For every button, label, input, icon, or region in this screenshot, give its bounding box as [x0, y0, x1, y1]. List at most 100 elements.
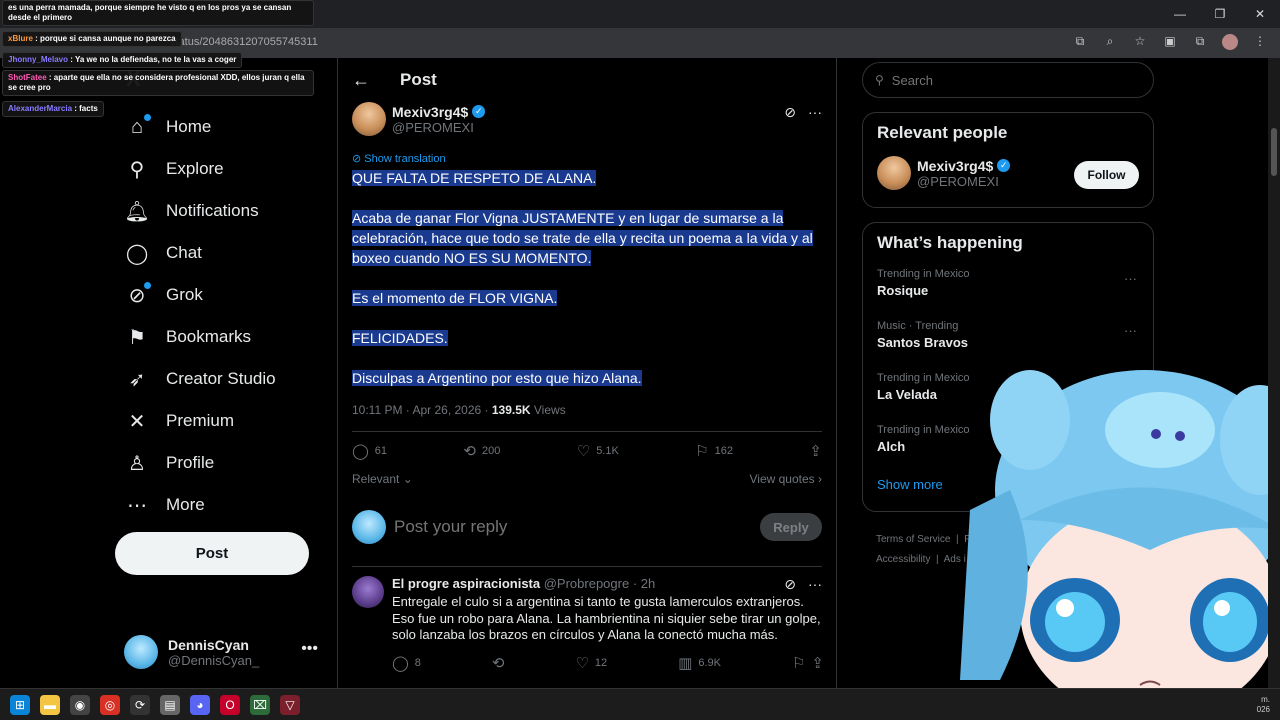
- app-icon[interactable]: ▤: [160, 694, 180, 715]
- page-scrollbar[interactable]: [1268, 58, 1280, 688]
- views-action[interactable]: ▥ 6.9K: [678, 654, 721, 672]
- share-icon[interactable]: ⇪: [811, 654, 824, 672]
- nav-item-chat[interactable]: ◯ Chat: [118, 232, 284, 274]
- relevant-people-card: Relevant people Mexiv3rg4$ ✓ @PEROMEXI F…: [862, 112, 1154, 208]
- relevant-person[interactable]: Mexiv3rg4$ ✓ @PEROMEXI Follow: [863, 153, 1153, 193]
- post-author[interactable]: Mexiv3rg4$ ✓ @PEROMEXI: [352, 102, 486, 136]
- compose-post-button[interactable]: Post: [115, 532, 309, 575]
- person-icon: ♙: [128, 452, 146, 475]
- app-icon[interactable]: ⌧: [250, 694, 270, 715]
- trend-name: Rosique: [877, 283, 929, 298]
- like-action[interactable]: ♡ 5.1K: [577, 442, 619, 460]
- stream-chat-overlay: es una perra mamada, porque siempre he v…: [2, 0, 314, 119]
- nav-item-premium[interactable]: ✕ Premium: [118, 400, 284, 442]
- app-icon[interactable]: ◉: [70, 694, 90, 715]
- chrome-icon[interactable]: ◎: [100, 694, 120, 715]
- nav-label: Grok: [166, 285, 203, 304]
- avatar[interactable]: [352, 576, 384, 608]
- grok-icon[interactable]: ⊘: [784, 576, 796, 593]
- reply-input[interactable]: [394, 517, 760, 537]
- reply-composer: Reply: [352, 510, 822, 544]
- trend-item[interactable]: Trending in Mexico Rosique ···: [863, 263, 1153, 315]
- search-input[interactable]: [891, 72, 1122, 88]
- scrollbar-thumb[interactable]: [1271, 128, 1277, 176]
- bookmark-icon: ⚐: [695, 443, 709, 460]
- sort-replies-dropdown[interactable]: Relevant ⌄: [352, 472, 413, 486]
- opera-icon[interactable]: O: [220, 694, 240, 715]
- reply-action[interactable]: ◯ 8: [392, 654, 421, 672]
- post-paragraph: Disculpas a Argentino por esto que hizo …: [352, 370, 642, 386]
- show-translation-link[interactable]: ⊘ Show translation: [352, 152, 446, 165]
- share-action[interactable]: ⇪: [809, 442, 822, 460]
- person-name[interactable]: Mexiv3rg4$: [917, 158, 993, 174]
- back-arrow-icon[interactable]: ←: [352, 70, 370, 91]
- app-icon[interactable]: ⟳: [130, 694, 150, 715]
- clock-line: 026: [1256, 705, 1270, 714]
- bookmark-action[interactable]: ⚐ 162: [695, 442, 733, 460]
- terms-link[interactable]: Terms of Service: [876, 534, 950, 545]
- nav-item-explore[interactable]: ⚲ Explore: [118, 148, 284, 190]
- reply-time[interactable]: · 2h: [633, 576, 655, 591]
- nav-item-profile[interactable]: ♙ Profile: [118, 442, 284, 484]
- chat-text: porque si cansa aunque no parezca: [40, 34, 176, 43]
- extensions-icon[interactable]: ⧉: [1192, 34, 1208, 50]
- like-action[interactable]: ♡ 12: [575, 654, 607, 672]
- card-title: What’s happening: [877, 233, 1023, 252]
- file-explorer-icon[interactable]: ▬: [40, 694, 60, 715]
- reply-action[interactable]: ◯ 61: [352, 442, 387, 460]
- repost-action[interactable]: ⟲: [492, 654, 505, 672]
- tab-icon[interactable]: ▣: [1162, 34, 1178, 50]
- more-dots-icon[interactable]: •••: [301, 640, 318, 658]
- star-icon[interactable]: ☆: [1132, 34, 1148, 50]
- search-box[interactable]: ⚲: [862, 62, 1154, 98]
- browser-menu-icon[interactable]: ⋮: [1252, 34, 1268, 50]
- app-icon[interactable]: ▽: [280, 694, 300, 715]
- zoom-icon[interactable]: ⌕: [1102, 34, 1118, 50]
- divider: [352, 566, 822, 567]
- like-count: 5.1K: [596, 445, 619, 457]
- account-switcher[interactable]: DennisCyan @DennisCyan_ •••: [124, 632, 324, 672]
- views-count: 139.5K: [491, 403, 531, 417]
- nav-item-grok[interactable]: ⊘ Grok: [118, 274, 284, 316]
- reply-author-handle[interactable]: @Probrepogre: [544, 576, 629, 591]
- close-icon[interactable]: ✕: [1240, 0, 1280, 28]
- chat-text: aparte que ella no se considera profesio…: [8, 73, 305, 92]
- reply-button[interactable]: Reply: [760, 513, 822, 541]
- more-dots-icon[interactable]: ···: [808, 576, 822, 593]
- more-dots-icon[interactable]: ···: [808, 104, 822, 121]
- chat-message: ShotFatee : aparte que ella no se consid…: [2, 70, 314, 96]
- reply-icon: ◯: [392, 655, 409, 672]
- grok-icon[interactable]: ⊘: [784, 104, 796, 121]
- bookmark-action[interactable]: ⚐ ⇪: [792, 654, 824, 672]
- post-paragraph: QUE FALTA DE RESPETO DE ALANA.: [352, 170, 597, 186]
- discord-icon[interactable]: ◕: [190, 694, 210, 715]
- post-timestamp[interactable]: 10:11 PM · Apr 26, 2026 ·: [352, 403, 492, 417]
- more-dots-icon[interactable]: ···: [1124, 271, 1137, 286]
- profile-avatar-icon[interactable]: [1222, 34, 1238, 50]
- nav-label: Explore: [166, 159, 224, 178]
- person-handle[interactable]: @PEROMEXI: [917, 174, 1010, 189]
- chat-message: es una perra mamada, porque siempre he v…: [2, 0, 314, 26]
- nav-item-creator-studio[interactable]: ➶ Creator Studio: [118, 358, 284, 400]
- author-handle[interactable]: @PEROMEXI: [392, 120, 485, 135]
- nav-item-notifications[interactable]: 🔔︎ Notifications: [118, 190, 284, 232]
- more-icon: ⋯: [127, 494, 147, 517]
- repost-action[interactable]: ⟲ 200: [463, 442, 500, 460]
- avatar[interactable]: [352, 102, 386, 136]
- install-icon[interactable]: ⧉: [1072, 34, 1088, 50]
- nav-item-more[interactable]: ⋯ More: [118, 484, 284, 526]
- reply-author-name[interactable]: El progre aspiracionista: [392, 576, 540, 591]
- view-quotes-link[interactable]: View quotes ›: [750, 472, 823, 486]
- avatar[interactable]: [877, 156, 911, 190]
- author-name[interactable]: Mexiv3rg4$: [392, 104, 468, 120]
- windows-start-icon[interactable]: ⊞: [10, 694, 30, 715]
- restore-icon[interactable]: ❐: [1200, 0, 1240, 28]
- accessibility-link[interactable]: Accessibility: [876, 554, 930, 565]
- nav-item-bookmarks[interactable]: ⚑ Bookmarks: [118, 316, 284, 358]
- post-top-actions: ⊘ ···: [784, 104, 822, 121]
- minimize-icon[interactable]: —: [1160, 0, 1200, 28]
- follow-button[interactable]: Follow: [1074, 161, 1139, 189]
- more-dots-icon[interactable]: ···: [1124, 323, 1137, 338]
- taskbar-clock[interactable]: m. 026: [1257, 695, 1270, 715]
- chat-text: facts: [79, 104, 98, 113]
